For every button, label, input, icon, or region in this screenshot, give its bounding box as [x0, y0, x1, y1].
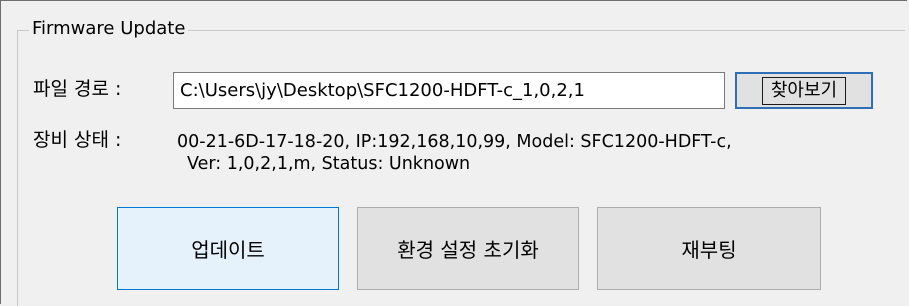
file-path-label: 파일 경로 :	[33, 78, 122, 100]
reset-settings-button[interactable]: 환경 설정 초기화	[357, 207, 579, 290]
groupbox-title: Firmware Update	[29, 16, 189, 42]
browse-button[interactable]: 찾아보기	[735, 72, 873, 109]
reboot-button[interactable]: 재부팅	[597, 207, 821, 290]
firmware-update-panel: Firmware Update 파일 경로 : 찾아보기 장비 상태 : 00-…	[0, 0, 909, 306]
device-status-text: 00-21-6D-17-18-20, IP:192,168,10,99, Mod…	[177, 131, 732, 175]
file-path-input[interactable]	[173, 72, 725, 109]
device-status-line2: Ver: 1,0,2,1,m, Status: Unknown	[187, 154, 471, 174]
device-status-label: 장비 상태 :	[33, 129, 122, 151]
device-status-line1: 00-21-6D-17-18-20, IP:192,168,10,99, Mod…	[177, 132, 732, 152]
browse-button-label: 찾아보기	[761, 76, 847, 105]
update-button[interactable]: 업데이트	[117, 207, 339, 290]
